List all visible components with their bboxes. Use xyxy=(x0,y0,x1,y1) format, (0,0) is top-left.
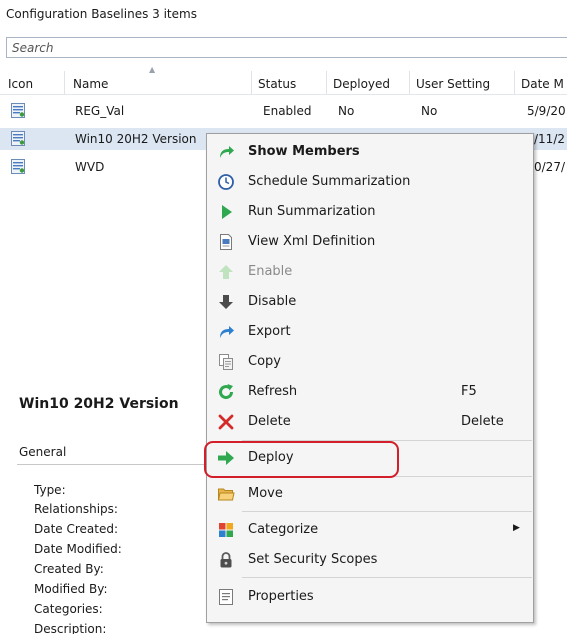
section-general-label: General xyxy=(19,445,67,459)
property-label: Created By: xyxy=(34,562,104,576)
menu-item-schedule-summarization[interactable]: Schedule Summarization xyxy=(207,169,533,195)
menu-item-export[interactable]: Export xyxy=(207,319,533,345)
details-title: Win10 20H2 Version xyxy=(19,396,179,412)
row-deployed: No xyxy=(338,104,355,118)
menu-item-show-members[interactable]: Show Members xyxy=(207,139,533,165)
blue-curved-arrow-icon xyxy=(220,326,234,338)
menu-item-disable[interactable]: Disable xyxy=(207,289,533,315)
menu-item-run-summarization[interactable]: Run Summarization xyxy=(207,199,533,225)
menu-separator xyxy=(242,577,532,578)
search-input[interactable] xyxy=(7,38,567,57)
context-menu: Show Members Schedule Summarization Run … xyxy=(206,133,534,623)
menu-item-label: Export xyxy=(248,324,291,339)
menu-item-copy[interactable]: Copy xyxy=(207,349,533,375)
property-label: Categories: xyxy=(34,602,103,616)
property-label: Date Created: xyxy=(34,522,119,536)
section-divider xyxy=(17,464,212,465)
menu-item-label: Show Members xyxy=(248,144,360,159)
menu-item-refresh[interactable]: Refresh F5 xyxy=(207,379,533,405)
copy-icon xyxy=(219,354,233,370)
menu-item-label: Schedule Summarization xyxy=(248,174,411,189)
clock-icon xyxy=(218,174,234,190)
menu-item-label: Move xyxy=(248,486,283,501)
row-name: REG_Val xyxy=(75,104,125,118)
menu-separator xyxy=(242,511,532,512)
folder-icon xyxy=(217,488,235,501)
column-header-user-setting[interactable]: User Setting xyxy=(413,77,490,95)
menu-item-label: Refresh xyxy=(248,384,298,399)
green-curved-arrow-icon xyxy=(220,146,234,158)
column-separator[interactable] xyxy=(409,71,410,95)
column-header-name[interactable]: Name xyxy=(70,77,108,95)
red-x-icon xyxy=(218,414,234,430)
deploy-highlight-annotation xyxy=(204,441,399,478)
baseline-icon xyxy=(11,159,25,174)
submenu-arrow-icon: ▶ xyxy=(513,523,520,533)
down-arrow-icon xyxy=(219,295,233,309)
column-separator[interactable] xyxy=(326,71,327,95)
refresh-icon xyxy=(219,384,234,400)
menu-item-label: Set Security Scopes xyxy=(248,552,378,567)
search-box[interactable] xyxy=(6,37,567,58)
column-header-icon[interactable]: Icon xyxy=(5,77,33,95)
up-arrow-icon xyxy=(219,265,233,279)
menu-item-shortcut: Delete xyxy=(461,414,504,429)
menu-item-set-security-scopes[interactable]: Set Security Scopes xyxy=(207,547,533,573)
row-user-setting: No xyxy=(421,104,438,118)
menu-item-label: Copy xyxy=(248,354,281,369)
green-play-icon xyxy=(222,205,232,219)
column-separator[interactable] xyxy=(64,71,65,95)
menu-item-label: Delete xyxy=(248,414,291,429)
property-label: Modified By: xyxy=(34,582,108,596)
grid-header: ▲ Icon Name Status Deployed User Setting… xyxy=(0,63,567,95)
padlock-icon xyxy=(220,552,232,568)
column-header-date-modified[interactable]: Date M xyxy=(518,77,564,95)
menu-item-enable: Enable xyxy=(207,259,533,285)
column-separator[interactable] xyxy=(514,71,515,95)
menu-item-move[interactable]: Move xyxy=(207,481,533,507)
results-title: Configuration Baselines 3 items xyxy=(6,7,197,21)
column-header-deployed[interactable]: Deployed xyxy=(330,77,390,95)
row-name: WVD xyxy=(75,160,105,174)
menu-item-properties[interactable]: Properties xyxy=(207,584,533,610)
menu-item-categorize[interactable]: Categorize ▶ xyxy=(207,517,533,543)
menu-item-delete[interactable]: Delete Delete xyxy=(207,409,533,435)
menu-item-label: Run Summarization xyxy=(248,204,376,219)
property-label: Date Modified: xyxy=(34,542,122,556)
menu-item-label: View Xml Definition xyxy=(248,234,376,249)
row-date-modified: 0/27/ xyxy=(534,160,565,174)
row-date-modified: /11/2 xyxy=(534,132,565,146)
menu-item-label: Categorize xyxy=(248,522,319,537)
baseline-icon xyxy=(11,131,25,146)
properties-icon xyxy=(219,589,233,605)
menu-item-label: Properties xyxy=(248,589,314,604)
menu-item-label: Enable xyxy=(248,264,293,279)
table-row[interactable]: REG_Val Enabled No No 5/9/20 xyxy=(0,100,567,122)
sort-ascending-icon: ▲ xyxy=(149,65,156,74)
categorize-icon xyxy=(219,523,233,537)
xml-document-icon xyxy=(220,234,232,250)
property-label: Description: xyxy=(34,622,107,634)
row-status: Enabled xyxy=(263,104,312,118)
menu-item-view-xml-definition[interactable]: View Xml Definition xyxy=(207,229,533,255)
menu-item-shortcut: F5 xyxy=(461,384,477,399)
property-label: Type: xyxy=(34,483,66,497)
baseline-icon xyxy=(11,103,25,118)
row-date-modified: 5/9/20 xyxy=(527,104,566,118)
row-name: Win10 20H2 Version xyxy=(75,132,197,146)
column-separator[interactable] xyxy=(251,71,252,95)
results-header: Configuration Baselines 3 items xyxy=(0,0,567,34)
menu-item-label: Disable xyxy=(248,294,297,309)
column-header-status[interactable]: Status xyxy=(255,77,296,95)
property-label: Relationships: xyxy=(34,502,118,516)
